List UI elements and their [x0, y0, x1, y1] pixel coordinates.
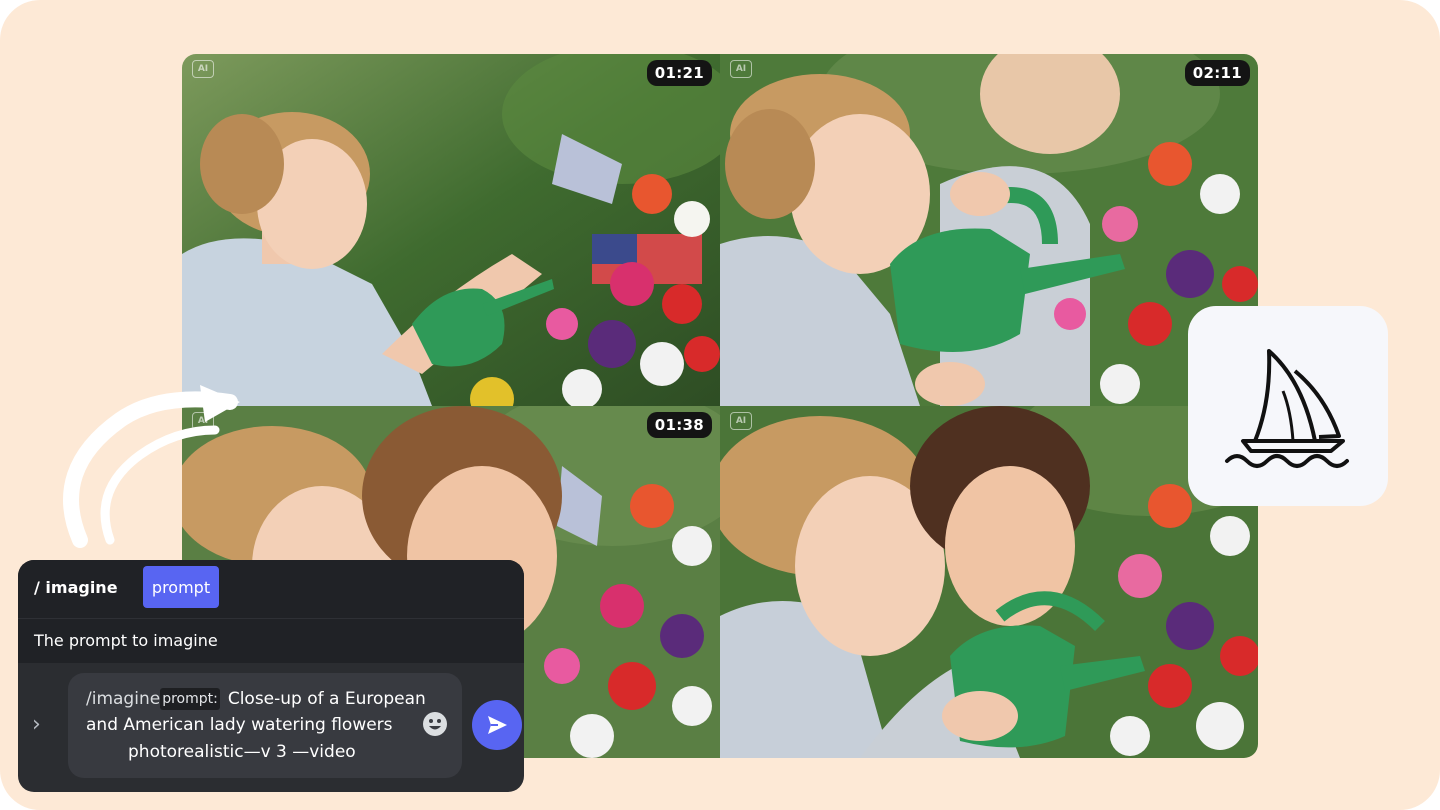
photo-two-women-watering-can	[720, 406, 1258, 758]
image-tile-4[interactable]: AI	[720, 406, 1258, 758]
photo-woman-watering-closeup	[720, 54, 1258, 406]
ai-badge: AI	[730, 60, 752, 78]
command-panel: / imagine prompt The prompt to imagine ›…	[18, 560, 524, 792]
input-parameter-label: prompt:	[160, 688, 220, 710]
send-icon	[488, 716, 507, 734]
midjourney-logo-card	[1188, 306, 1388, 506]
duration-badge: 01:38	[646, 412, 712, 438]
parameter-description-row: The prompt to imagine	[18, 618, 524, 663]
input-text-line-1: Close-up of a European	[227, 689, 426, 709]
ai-badge: AI	[192, 60, 214, 78]
duration-badge: 02:11	[1184, 60, 1250, 86]
photo-woman-watering-flowers	[182, 54, 720, 406]
curved-arrow-icon	[63, 385, 240, 548]
page-canvas: AI 01:21 AI 02:11 AI 01:38 AI / imagine …	[0, 0, 1440, 810]
image-tile-1[interactable]: AI 01:21	[182, 54, 720, 406]
ai-badge: AI	[730, 412, 752, 430]
send-button[interactable]	[472, 700, 522, 750]
prompt-parameter-chip[interactable]: prompt	[143, 566, 219, 608]
message-input[interactable]: /imagine prompt: Close-up of a European an…	[68, 673, 462, 778]
input-line-1: /imagine prompt: Close-up of a European	[86, 688, 426, 710]
input-text-line-2: and American lady watering flowers	[86, 715, 393, 735]
emoji-icon[interactable]	[421, 710, 449, 738]
input-command-prefix: /imagine	[86, 689, 161, 709]
image-tile-2[interactable]: AI 02:11	[720, 54, 1258, 406]
input-text-line-3: photorealistic—v 3 —video	[128, 742, 356, 762]
parameter-description: The prompt to imagine	[34, 631, 218, 650]
command-name[interactable]: / imagine	[34, 578, 118, 597]
command-header: / imagine prompt	[18, 560, 524, 618]
sailboat-icon	[1225, 349, 1349, 468]
chevron-right-icon[interactable]: ›	[32, 712, 54, 738]
duration-badge: 01:21	[646, 60, 712, 86]
